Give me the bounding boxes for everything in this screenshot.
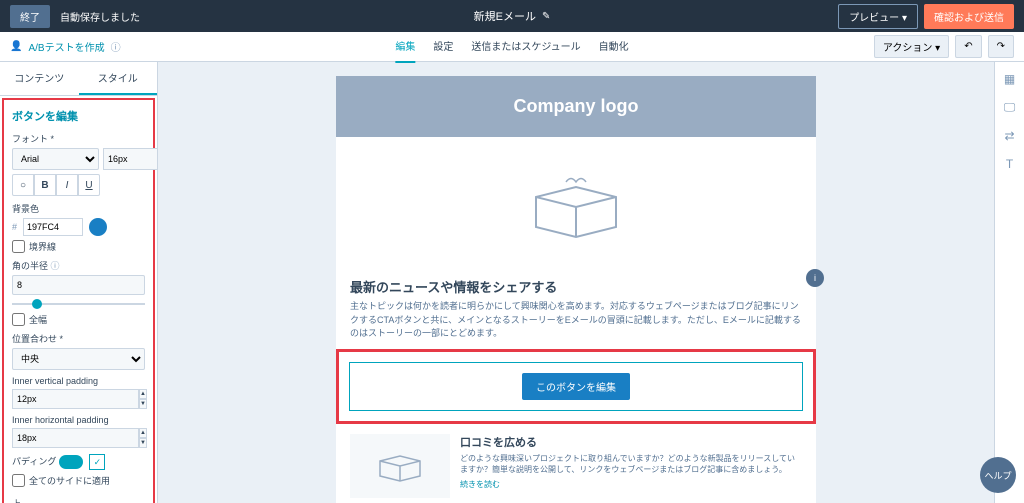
card-body: どのような興味深いプロジェクトに取り組んでいますか？どのような新製品をリリースし…: [460, 453, 802, 475]
hpad-input[interactable]: [12, 428, 139, 448]
radius-label: 角の半径 ⓘ: [12, 259, 145, 272]
fullwidth-checkbox[interactable]: [12, 313, 25, 326]
panel-title: ボタンを編集: [12, 108, 145, 124]
card-title: 口コミを広める: [460, 434, 802, 450]
border-label: 境界線: [29, 240, 56, 253]
card-row[interactable]: 口コミを広める どのような興味深いプロジェクトに取り組んでいますか？どのような新…: [336, 424, 816, 503]
padding-label: パディング: [12, 457, 56, 467]
font-select[interactable]: Arial: [12, 148, 99, 170]
pencil-icon[interactable]: ✎: [542, 11, 550, 22]
allsides-checkbox[interactable]: [12, 474, 25, 487]
action-dropdown[interactable]: アクション ▾: [874, 35, 949, 58]
allsides-label: 全てのサイドに適用: [29, 474, 110, 487]
email-body-text[interactable]: 主なトピックは何かを読者に明らかにして興味関心を高めます。対応するウェブページま…: [350, 300, 802, 341]
tab-settings[interactable]: 設定: [433, 30, 453, 63]
help-button[interactable]: ヘルプ: [980, 457, 1016, 493]
exit-button[interactable]: 終了: [10, 5, 50, 28]
border-checkbox[interactable]: [12, 240, 25, 253]
email-canvas[interactable]: Company logo i 最新のニュースや情報をシェアする 主なトピックは何…: [158, 62, 994, 503]
color-circle[interactable]: ○: [12, 174, 34, 196]
card-image: [350, 434, 450, 498]
radius-input[interactable]: [12, 275, 145, 295]
page-title: 新規Eメール: [474, 8, 536, 24]
undo-button[interactable]: ↶: [955, 35, 981, 58]
tab-edit[interactable]: 編集: [395, 30, 415, 63]
person-icon: 👤: [10, 41, 22, 52]
desktop-icon[interactable]: 🖵: [1004, 100, 1016, 115]
send-button[interactable]: 確認および送信: [924, 4, 1014, 29]
package-icon: [370, 446, 430, 486]
bgcolor-input[interactable]: [23, 218, 83, 236]
email-headline[interactable]: 最新のニュースや情報をシェアする: [350, 277, 802, 296]
padding-check[interactable]: ✓: [89, 454, 105, 470]
text-icon[interactable]: T: [1006, 157, 1013, 171]
font-size-input[interactable]: [103, 148, 158, 170]
autosave-status: 自動保存しました: [60, 9, 140, 24]
font-label: フォント *: [12, 132, 145, 145]
fullwidth-label: 全幅: [29, 313, 47, 326]
tab-style[interactable]: スタイル: [79, 62, 158, 95]
swap-icon[interactable]: ⇄: [1004, 129, 1014, 143]
hash-icon: #: [12, 222, 17, 232]
vpad-input[interactable]: [12, 389, 139, 409]
tab-automation[interactable]: 自動化: [599, 30, 629, 63]
abtest-link[interactable]: 👤 A/Bテストを作成 ⓘ: [10, 39, 121, 54]
package-icon: [516, 167, 636, 247]
italic-button[interactable]: I: [56, 174, 78, 196]
padding-toggle[interactable]: [59, 455, 83, 469]
hpad-label: Inner horizontal padding: [12, 415, 145, 425]
hero-image-block[interactable]: [336, 137, 816, 277]
preview-button[interactable]: プレビュー ▾: [838, 4, 918, 29]
tab-schedule[interactable]: 送信またはスケジュール: [471, 30, 580, 63]
cta-button[interactable]: このボタンを編集: [522, 373, 630, 400]
info-badge-icon[interactable]: i: [806, 269, 824, 287]
tab-content[interactable]: コンテンツ: [0, 62, 79, 95]
bold-button[interactable]: B: [34, 174, 56, 196]
button-block-selected[interactable]: このボタンを編集: [336, 349, 816, 424]
underline-button[interactable]: U: [78, 174, 100, 196]
color-swatch[interactable]: [89, 218, 107, 236]
help-icon: ⓘ: [111, 39, 121, 54]
radius-slider[interactable]: [12, 303, 145, 305]
bgcolor-label: 背景色: [12, 202, 145, 215]
layout-icon[interactable]: ▦: [1004, 72, 1015, 86]
read-more-link[interactable]: 続きを読む: [460, 479, 500, 490]
company-logo: Company logo: [336, 76, 816, 137]
vpad-label: Inner vertical padding: [12, 376, 145, 386]
align-select[interactable]: 中央: [12, 348, 145, 370]
redo-button[interactable]: ↷: [988, 35, 1014, 58]
help-icon[interactable]: ⓘ: [51, 261, 60, 271]
align-label: 位置合わせ *: [12, 332, 145, 345]
